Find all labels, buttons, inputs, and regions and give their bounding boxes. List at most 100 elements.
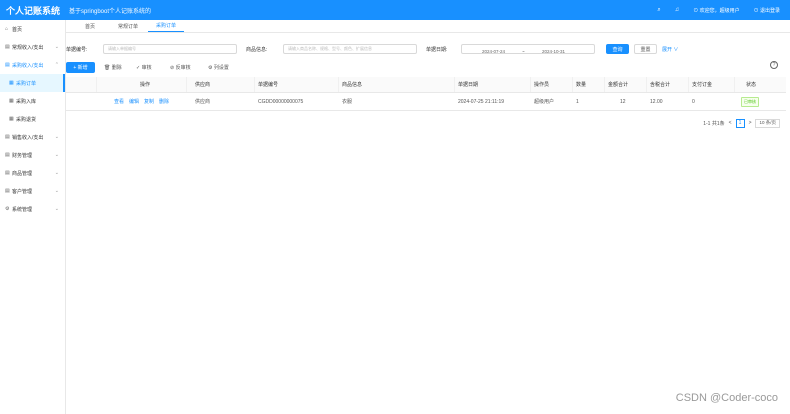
date-label: 单据日期: — [426, 47, 448, 53]
doc-icon: ▤ — [5, 44, 10, 50]
user-menu[interactable]: ⊙ 欢迎您，超级用户 — [693, 7, 739, 14]
list-icon: ▦ — [9, 98, 14, 104]
chevron-down-icon: ⌄ — [54, 188, 59, 194]
table-row[interactable]: 查看 编辑 复制 删除 供应商 CGDD00000000075 衣服 2024-… — [66, 93, 786, 111]
orders-table: 操作 供应商 单据编号 商品信息 单据日期 操作员 数量 金额合计 含税合计 支… — [66, 77, 786, 111]
header-amount: 金额合计 — [608, 82, 629, 88]
cell-order-no: CGDD00000000075 — [258, 98, 304, 105]
tab-home[interactable]: 首页 — [72, 20, 108, 32]
chevron-down-icon: ⌄ — [54, 170, 59, 176]
page-size-select[interactable]: 10 条/页 — [755, 118, 780, 128]
sidebar-item-finance[interactable]: ▤ 财务管理 ⌄ — [0, 146, 65, 164]
delete-label: 删除 — [111, 65, 122, 71]
status-badge: 已审核 — [741, 96, 759, 107]
sidebar-item-label: 采购退货 — [16, 116, 37, 123]
header-order-no: 单据编号 — [258, 82, 279, 88]
date-separator: ~ — [522, 49, 525, 54]
chevron-down-icon: ⌄ — [54, 134, 59, 140]
top-bar: 个人记账系统 基于springboot个人记账系统的 ⌕ ♫ ⊙ 欢迎您，超级用… — [0, 0, 790, 20]
header-ops: 操作 — [140, 82, 151, 88]
view-link[interactable]: 查看 — [114, 98, 124, 105]
header-qty: 数量 — [576, 82, 587, 88]
date-start: 2024-07-24 — [482, 49, 506, 54]
table-header: 操作 供应商 单据编号 商品信息 单据日期 操作员 数量 金额合计 含税合计 支… — [66, 77, 786, 93]
help-icon[interactable]: ? — [770, 61, 778, 69]
tab-bar: 首页 常规订单 采购订单 — [66, 20, 790, 33]
column-divider — [338, 77, 339, 92]
sidebar-item-label: 采购收入/支出 — [12, 62, 44, 69]
order-no-label: 单据编号: — [66, 47, 88, 53]
sidebar-item-home[interactable]: ⌂ 首页 — [0, 20, 65, 38]
main-content: 首页 常规订单 采购订单 单据编号: 请输入单据编号 商品信息: 请输入商品名称… — [66, 20, 790, 414]
doc-icon: ▤ — [5, 188, 10, 194]
sidebar-item-sales[interactable]: ▤ 销售收入/支出 ⌄ — [0, 128, 65, 146]
cell-amount: 12 — [620, 98, 626, 105]
column-divider — [604, 77, 605, 92]
toolbar: + 新增 🗑 删除 ✓ 审核 ⊘ 反审核 ⚙ 列设置 — [66, 62, 790, 74]
header-tax-total: 含税合计 — [650, 82, 671, 88]
order-no-input[interactable]: 请输入单据编号 — [103, 44, 237, 54]
gear-icon: ⚙ — [5, 206, 10, 212]
sidebar-item-label: 财务管理 — [12, 152, 33, 159]
search-button[interactable]: 查询 — [606, 44, 629, 54]
header-status: 状态 — [746, 82, 757, 88]
header-product: 商品信息 — [342, 82, 363, 88]
pager-prev[interactable]: < — [729, 120, 732, 126]
sidebar-item-purchase-return[interactable]: ▦ 采购退货 — [0, 110, 65, 128]
sidebar-item-label: 采购订单 — [16, 80, 37, 87]
gear-icon: ⚙ — [208, 64, 213, 71]
sidebar-item-purchase[interactable]: ▤ 采购收入/支出 ⌃ — [0, 56, 65, 74]
sidebar-item-label: 客户管理 — [12, 188, 33, 195]
pager-page[interactable]: 1 — [735, 118, 745, 128]
reset-button[interactable]: 重置 — [634, 44, 657, 54]
sidebar-item-label: 销售收入/支出 — [12, 134, 44, 141]
tab-purchase-order[interactable]: 采购订单 — [148, 20, 184, 32]
edit-link[interactable]: 编辑 — [129, 98, 139, 105]
unaudit-button[interactable]: ⊘ 反审核 — [170, 62, 191, 73]
column-divider — [96, 77, 97, 92]
sidebar-item-customers[interactable]: ▤ 客户管理 ⌄ — [0, 182, 65, 200]
audit-button[interactable]: ✓ 审核 — [136, 62, 152, 73]
copy-link[interactable]: 复制 — [144, 98, 154, 105]
sidebar-item-products[interactable]: ▤ 商品管理 ⌄ — [0, 164, 65, 182]
doc-icon: ▤ — [5, 62, 10, 68]
sidebar-item-purchase-order[interactable]: ▦ 采购订单 — [0, 74, 65, 92]
filter-bar: 单据编号: 请输入单据编号 商品信息: 请输入商品名称、规格、型号、颜色、扩展信… — [66, 43, 790, 57]
header-operator: 操作员 — [534, 82, 550, 88]
header-deposit: 支付订金 — [692, 82, 713, 88]
chevron-down-icon: ⌄ — [54, 44, 59, 50]
delete-button[interactable]: 🗑 删除 — [104, 62, 122, 73]
product-input[interactable]: 请输入商品名称、规格、型号、颜色、扩展信息 — [283, 44, 417, 54]
pager-next[interactable]: > — [749, 120, 752, 126]
cell-qty: 1 — [576, 98, 579, 105]
delete-link[interactable]: 删除 — [159, 98, 169, 105]
list-icon: ▦ — [9, 80, 14, 86]
add-button[interactable]: + 新增 — [66, 62, 95, 73]
watermark: CSDN @Coder-coco — [675, 392, 778, 404]
app-subtitle: 基于springboot个人记账系统的 — [69, 8, 152, 15]
search-icon[interactable]: ⌕ — [657, 7, 660, 14]
home-icon: ⌂ — [5, 26, 9, 32]
chevron-down-icon: ⌄ — [54, 152, 59, 158]
cell-deposit: 0 — [692, 98, 695, 105]
sidebar-item-system[interactable]: ⚙ 系统管理 ⌄ — [0, 200, 65, 218]
chevron-up-icon: ⌃ — [54, 62, 59, 68]
check-icon: ✓ — [136, 64, 141, 71]
column-settings-button[interactable]: ⚙ 列设置 — [208, 62, 229, 73]
expand-link[interactable]: 展开 ∨ — [662, 46, 678, 53]
doc-icon: ▤ — [5, 170, 10, 176]
product-label: 商品信息: — [246, 47, 268, 53]
date-range-input[interactable]: 2024-07-24 ~ 2024-10-31 — [461, 44, 595, 54]
cell-product: 衣服 — [342, 99, 353, 105]
sidebar-item-regular[interactable]: ▤ 常规收入/支出 ⌄ — [0, 38, 65, 56]
stop-icon: ⊘ — [170, 64, 175, 71]
tab-regular-order[interactable]: 常规订单 — [110, 20, 146, 32]
sidebar-item-purchase-in[interactable]: ▦ 采购入库 — [0, 92, 65, 110]
sidebar-item-label: 首页 — [12, 26, 23, 33]
bell-icon[interactable]: ♫ — [675, 7, 680, 13]
sidebar-item-label: 商品管理 — [12, 170, 33, 177]
list-icon: ▦ — [9, 116, 14, 122]
logout-button[interactable]: ⊙ 退出登录 — [754, 7, 780, 14]
cell-operator: 超级用户 — [534, 99, 555, 105]
column-settings-label: 列设置 — [213, 65, 229, 71]
